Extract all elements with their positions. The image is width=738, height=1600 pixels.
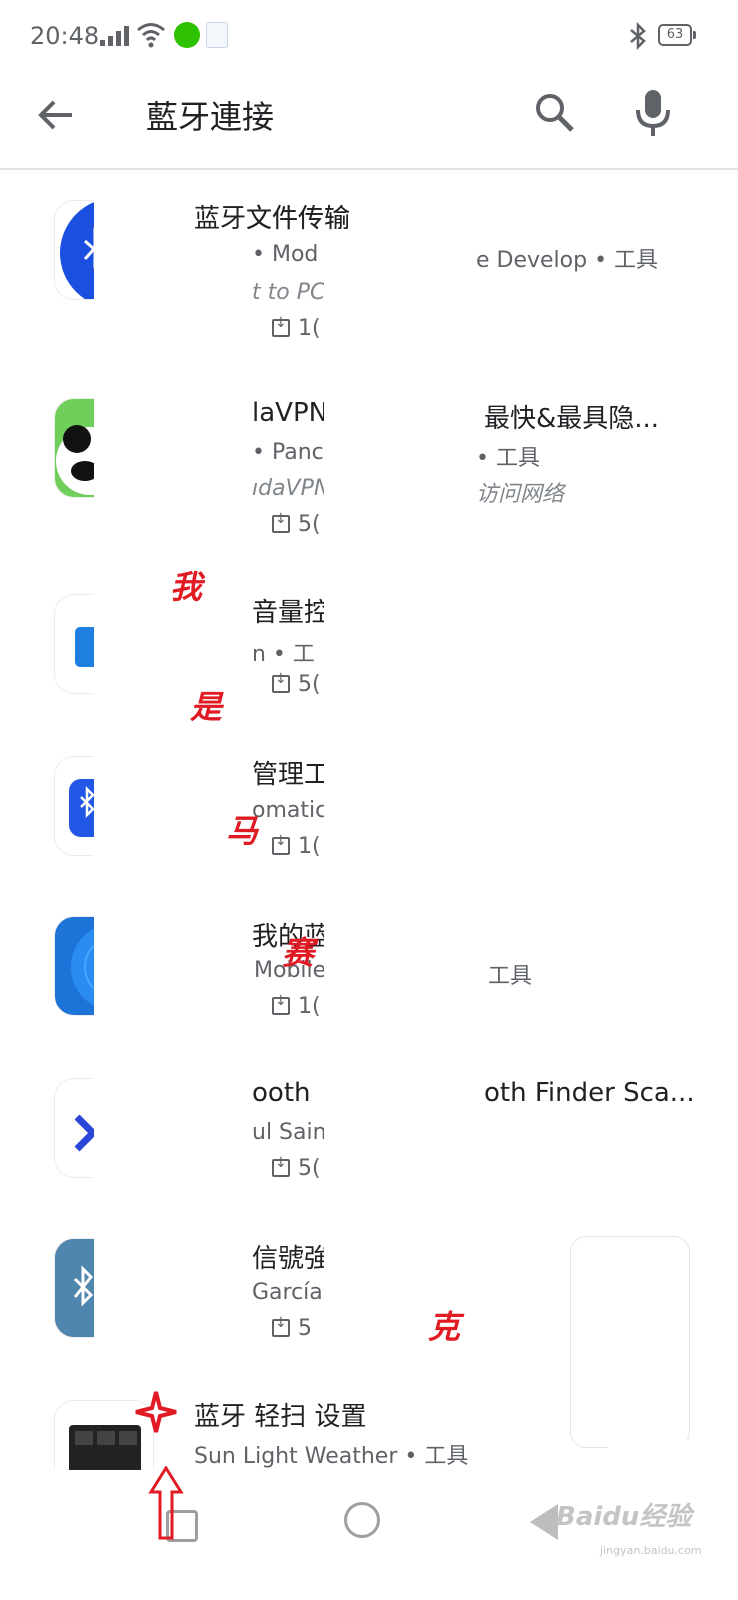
app-title-part: oth Finder Sca...	[484, 1078, 695, 1108]
app-developer: • Panc	[252, 440, 324, 465]
app-downloads: 1(	[272, 993, 321, 1019]
wifi-icon	[137, 23, 165, 48]
app-subtitle: ıdaVPN	[252, 476, 331, 501]
annotation-text: 是	[190, 688, 223, 726]
app-title: 音量控	[252, 598, 331, 628]
baidu-watermark: Baidu经验	[556, 1502, 692, 1532]
battery-icon: 63	[658, 24, 696, 46]
home-button[interactable]	[344, 1502, 380, 1538]
signal-icon	[100, 26, 129, 46]
search-query-text[interactable]: 藍牙連接	[146, 92, 274, 138]
app-developer: omatic	[252, 798, 328, 823]
app-title: 蓝牙 轻扫 设置	[194, 1402, 367, 1432]
wechat-icon	[174, 22, 200, 48]
back-button[interactable]	[32, 90, 82, 140]
download-icon	[272, 1315, 290, 1337]
download-icon	[272, 511, 290, 533]
app-developer: ul Saini	[252, 1120, 333, 1145]
annotation-text: 克	[428, 1308, 461, 1346]
app-downloads: 1(	[272, 833, 321, 859]
app-downloads: 1(	[272, 315, 321, 341]
download-icon	[272, 1155, 290, 1177]
microphone-icon	[636, 90, 670, 136]
app-title: laVPN	[252, 398, 329, 428]
search-button[interactable]	[530, 88, 580, 138]
red-arrow-up-icon	[148, 1466, 184, 1540]
voice-search-button[interactable]	[630, 86, 676, 140]
search-header: 藍牙連接	[0, 72, 738, 170]
app-category: • 工具	[476, 446, 540, 471]
app-category: 工具	[488, 964, 533, 989]
download-icon	[272, 315, 290, 337]
app-title-visible: 蓝牙文件传输	[194, 204, 351, 234]
annotation-text: 赛	[282, 934, 315, 972]
app-developer: n • 工	[252, 642, 315, 667]
bluetooth-icon	[630, 22, 646, 50]
navigation-bar: Baidu经验 jingyan.baidu.com	[0, 1470, 738, 1600]
app-downloads: 5(	[272, 671, 321, 697]
mosaic-mask	[324, 280, 474, 1350]
arrow-left-icon	[38, 100, 72, 130]
annotation-text: 马	[226, 812, 259, 850]
app-developer: Sun Light Weather • 工具	[194, 1444, 469, 1469]
download-icon	[272, 993, 290, 1015]
download-icon	[272, 833, 290, 855]
annotation-text: 我	[170, 568, 203, 606]
app-category: e Develop • 工具	[476, 248, 659, 273]
app-subtitle: t to PC	[252, 280, 326, 305]
mosaic-mask	[94, 170, 244, 1470]
red-star-marker	[135, 1391, 177, 1433]
app-subtitle-part: 访问网络	[476, 482, 565, 507]
download-icon	[272, 671, 290, 693]
app-downloads: 5(	[272, 1155, 321, 1181]
app-title-part: 最快&最具隐...	[484, 404, 660, 434]
app-title: 管理工	[252, 760, 331, 790]
app-title: 信號強	[252, 1244, 331, 1274]
status-time: 20:48	[30, 22, 100, 50]
app-developer: • Mod	[252, 242, 319, 267]
back-nav-button[interactable]	[530, 1504, 558, 1540]
floating-card	[570, 1236, 690, 1448]
search-icon	[536, 94, 574, 132]
watermark-url: jingyan.baidu.com	[600, 1544, 702, 1557]
app-developer: García	[252, 1280, 323, 1305]
app-title: ooth	[252, 1078, 311, 1108]
app-downloads: 5(	[272, 511, 321, 537]
status-bar: 20:48 63	[0, 0, 738, 72]
app-downloads: 5	[272, 1315, 312, 1341]
notification-app-icon	[206, 22, 228, 48]
